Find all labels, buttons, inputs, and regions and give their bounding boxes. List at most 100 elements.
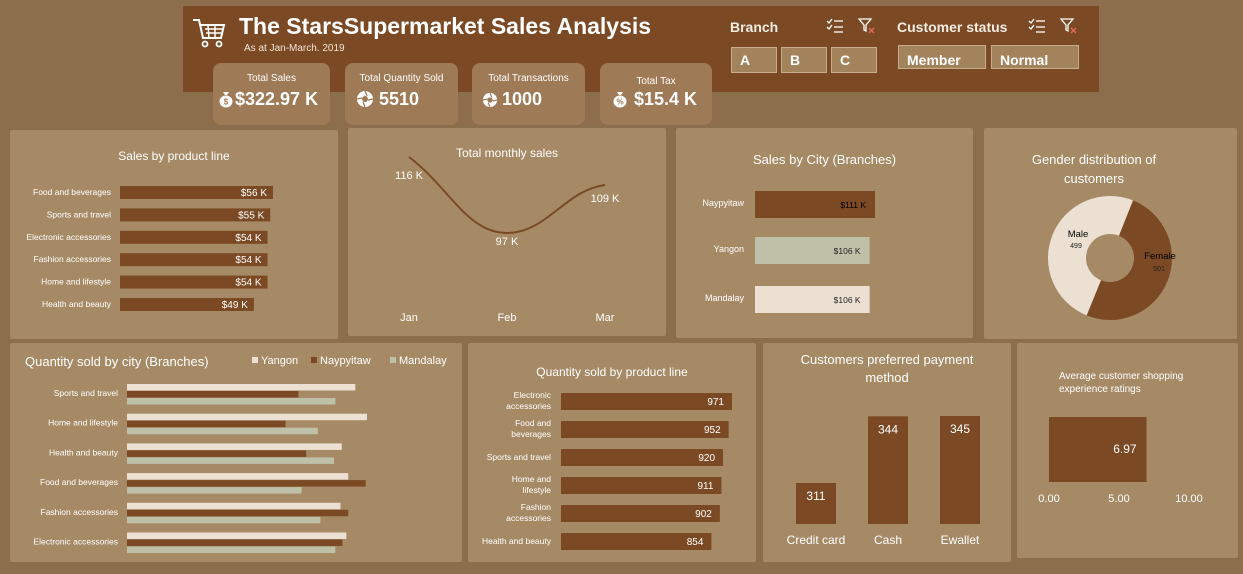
category-label: Electronic accessories (33, 537, 118, 547)
bar (127, 427, 318, 435)
legend-label: Naypyitaw (320, 355, 371, 367)
bar (127, 509, 349, 517)
data-label: $54 K (235, 255, 261, 266)
x-tick-label: Jan (400, 312, 418, 324)
category-label: Sports and travel (54, 388, 118, 398)
x-tick-label: 10.00 (1175, 493, 1203, 505)
category-label: Home and lifestyle (41, 277, 111, 287)
bar (127, 546, 336, 553)
bar (127, 473, 349, 480)
data-label: $49 K (222, 300, 248, 311)
chart-gender-distribution: Male 499 Female 501 (1048, 196, 1176, 321)
aperture-icon (482, 92, 498, 108)
category-label: Mandalay (705, 293, 745, 303)
data-label: 116 K (395, 170, 424, 182)
x-tick-label: Ewallet (941, 533, 980, 547)
kpi-label: Total Transactions (488, 73, 569, 84)
multi-select-icon[interactable] (826, 18, 844, 34)
chart-sales-by-product-line: Food and beverages $56 K Sports and travel… (26, 186, 273, 311)
kpi-value: 5510 (379, 89, 420, 109)
legend-label: Yangon (261, 355, 298, 367)
kpi-total-transactions: Total Transactions 1000 (472, 63, 585, 125)
category-label: Electronic accessories (26, 232, 111, 242)
kpi-value: $15.4 K (634, 89, 698, 109)
branch-slicer-title: Branch (730, 19, 779, 35)
x-tick-label: Credit card (787, 533, 846, 547)
data-label: 109 K (591, 193, 620, 205)
shopping-cart-icon (193, 19, 226, 48)
chart-average-rating: 6.97 0.00 5.00 10.00 (1038, 417, 1203, 505)
svg-text:$: $ (224, 98, 229, 107)
kpi-value: 1000 (502, 89, 543, 109)
data-label: $55 K (238, 210, 264, 221)
bar (127, 502, 341, 510)
chart-payment-method: 311 Credit card 344 Cash 345 Ewallet (787, 416, 980, 547)
kpi-label: Total Quantity Sold (359, 73, 444, 84)
data-label: 345 (950, 422, 970, 436)
bar (127, 413, 367, 421)
category-label: Fashion accessories (41, 507, 118, 517)
category-label: Health and beauty (482, 536, 552, 546)
kpi-total-tax: Total Tax % $15.4 K (600, 63, 712, 125)
slice-label: Male (1068, 229, 1089, 240)
category-label: Sports and travel (47, 209, 111, 219)
kpi-value: $322.97 K (235, 89, 319, 109)
branch-c-button[interactable]: C (831, 47, 877, 73)
bar (127, 457, 335, 464)
normal-button[interactable]: Normal (991, 45, 1079, 69)
bar (127, 539, 343, 546)
category-label: Fashion accessories (34, 254, 111, 264)
data-label: 311 (806, 489, 825, 503)
data-label: 902 (695, 509, 712, 520)
x-tick-label: Mar (596, 312, 615, 324)
kpi-label: Total Tax (636, 76, 676, 87)
svg-text:%: % (616, 98, 623, 107)
data-label: 6.97 (1113, 442, 1137, 456)
bar (127, 516, 321, 524)
kpi-total-sales: Total Sales $ $322.97 K (213, 63, 330, 125)
data-label: $54 K (235, 233, 261, 244)
clear-filter-icon[interactable] (858, 18, 876, 34)
kpi-label: Total Sales (247, 73, 296, 84)
chart-quantity-by-product-line: Electronic accessories 971 Food and beverage… (482, 390, 732, 550)
branch-b-button[interactable]: B (781, 47, 827, 73)
chart-total-monthly-sales: 116 K Jan 97 K Feb 109 K Mar (395, 156, 620, 324)
data-label: $56 K (241, 188, 267, 199)
category-label: Food and beverages (511, 418, 551, 439)
x-tick-label: 5.00 (1108, 493, 1129, 505)
customer-status-slicer-title: Customer status (897, 19, 1008, 35)
panel-sales-by-city: Sales by City (Branches) Naypyitaw $111 K… (676, 128, 973, 338)
page-title: The StarsSupermarket Sales Analysis (239, 13, 652, 39)
bar (127, 480, 366, 487)
line-series (408, 156, 606, 235)
panel-average-rating: Average customer shopping experience rat… (1017, 343, 1238, 558)
data-label: $106 K (834, 295, 861, 305)
slice-value: 499 (1070, 243, 1082, 250)
data-label: $54 K (235, 278, 261, 289)
bar (127, 391, 299, 398)
clear-filter-icon[interactable] (1060, 18, 1078, 34)
x-tick-label: 0.00 (1038, 493, 1059, 505)
panel-quantity-by-product-line: Quantity sold by product line Electronic… (468, 343, 756, 562)
data-label: $106 K (834, 246, 861, 256)
category-label: Electronic accessories (506, 390, 552, 411)
category-label: Naypyitaw (702, 198, 744, 208)
data-label: 911 (697, 481, 713, 492)
multi-select-icon[interactable] (1028, 18, 1046, 34)
panel-total-monthly-sales: Total monthly sales 116 K Jan 97 K Feb 109 K… (348, 128, 666, 336)
panel-gender-distribution: Gender distribution of customers Male 499… (984, 128, 1237, 339)
member-button[interactable]: Member (898, 45, 986, 69)
data-label: 854 (687, 537, 704, 548)
kpi-total-quantity: Total Quantity Sold 5510 (345, 63, 458, 125)
category-label: Yangon (714, 244, 744, 254)
category-label: Sports and travel (487, 452, 551, 462)
data-label: 952 (704, 425, 721, 436)
data-label: 344 (878, 422, 898, 436)
bar (127, 420, 286, 428)
panel-sales-by-product-line: Sales by product line Food and beverages… (10, 130, 338, 339)
bar (127, 487, 302, 494)
branch-a-button[interactable]: A (731, 47, 777, 73)
data-label: 971 (707, 397, 724, 408)
panel-quantity-by-city: Quantity sold by city (Branches) Yangon N… (10, 343, 462, 562)
bar (127, 450, 307, 457)
